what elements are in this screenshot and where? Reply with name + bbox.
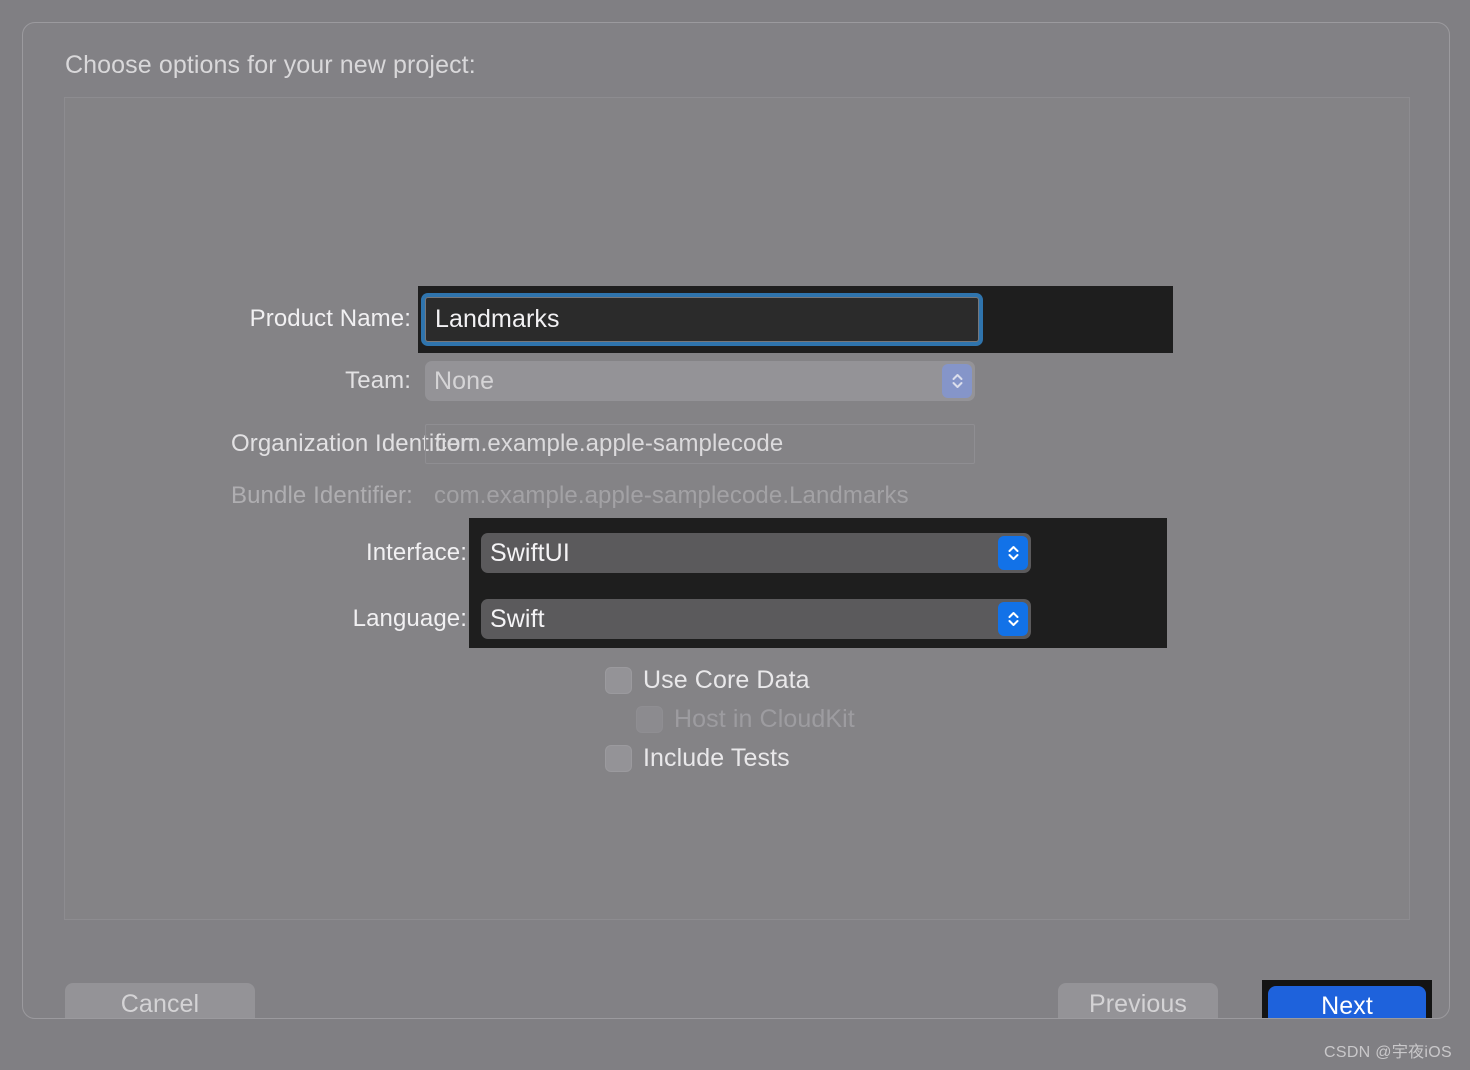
language-label: Language: (352, 605, 467, 632)
organization-identifier-value: com.example.apple-samplecode (435, 430, 784, 457)
language-select[interactable]: Swift (481, 599, 1031, 639)
interface-value: SwiftUI (490, 538, 570, 567)
bundle-identifier-value: com.example.apple-samplecode.Landmarks (434, 482, 909, 509)
organization-identifier-input[interactable]: com.example.apple-samplecode (425, 424, 975, 464)
product-name-label: Product Name: (249, 305, 411, 332)
team-value: None (434, 366, 495, 395)
language-value: Swift (490, 604, 545, 633)
use-core-data-checkbox[interactable] (605, 667, 632, 694)
product-name-value: Landmarks (435, 304, 560, 333)
page-title: Choose options for your new project: (65, 51, 476, 79)
product-name-row: Product Name: Landmarks (231, 296, 979, 342)
organization-identifier-label: Organization Identifier: (231, 430, 475, 457)
use-core-data-label: Use Core Data (643, 666, 810, 694)
use-core-data-checkbox-row[interactable]: Use Core Data (605, 666, 810, 695)
bundle-identifier-label: Bundle Identifier: (231, 482, 413, 509)
chevron-up-down-icon[interactable] (998, 602, 1028, 636)
include-tests-checkbox[interactable] (605, 745, 632, 772)
team-row: Team: None (231, 360, 975, 402)
include-tests-label: Include Tests (643, 744, 790, 772)
host-in-cloudkit-checkbox-row: Host in CloudKit (636, 705, 855, 734)
chevron-up-down-icon[interactable] (998, 536, 1028, 570)
include-tests-checkbox-row[interactable]: Include Tests (605, 744, 790, 773)
cancel-button[interactable]: Cancel (65, 983, 255, 1018)
product-name-input[interactable]: Landmarks (425, 296, 979, 342)
interface-select[interactable]: SwiftUI (481, 533, 1031, 573)
host-in-cloudkit-checkbox (636, 706, 663, 733)
interface-row: Interface: SwiftUI (287, 532, 1031, 574)
chevron-up-down-icon[interactable] (942, 364, 972, 398)
interface-label: Interface: (365, 539, 467, 566)
watermark: CSDN @宇夜iOS (1324, 1044, 1452, 1061)
team-label: Team: (345, 367, 411, 394)
host-in-cloudkit-label: Host in CloudKit (674, 705, 855, 733)
new-project-options-dialog: Choose options for your new project: Pro… (22, 22, 1450, 1019)
next-button[interactable]: Next (1268, 986, 1426, 1018)
team-select[interactable]: None (425, 361, 975, 401)
previous-button[interactable]: Previous (1058, 983, 1218, 1018)
bundle-identifier-row: Bundle Identifier: com.example.apple-sam… (231, 475, 909, 517)
language-row: Language: Swift (287, 598, 1031, 640)
organization-identifier-row: Organization Identifier: com.example.app… (231, 423, 975, 465)
